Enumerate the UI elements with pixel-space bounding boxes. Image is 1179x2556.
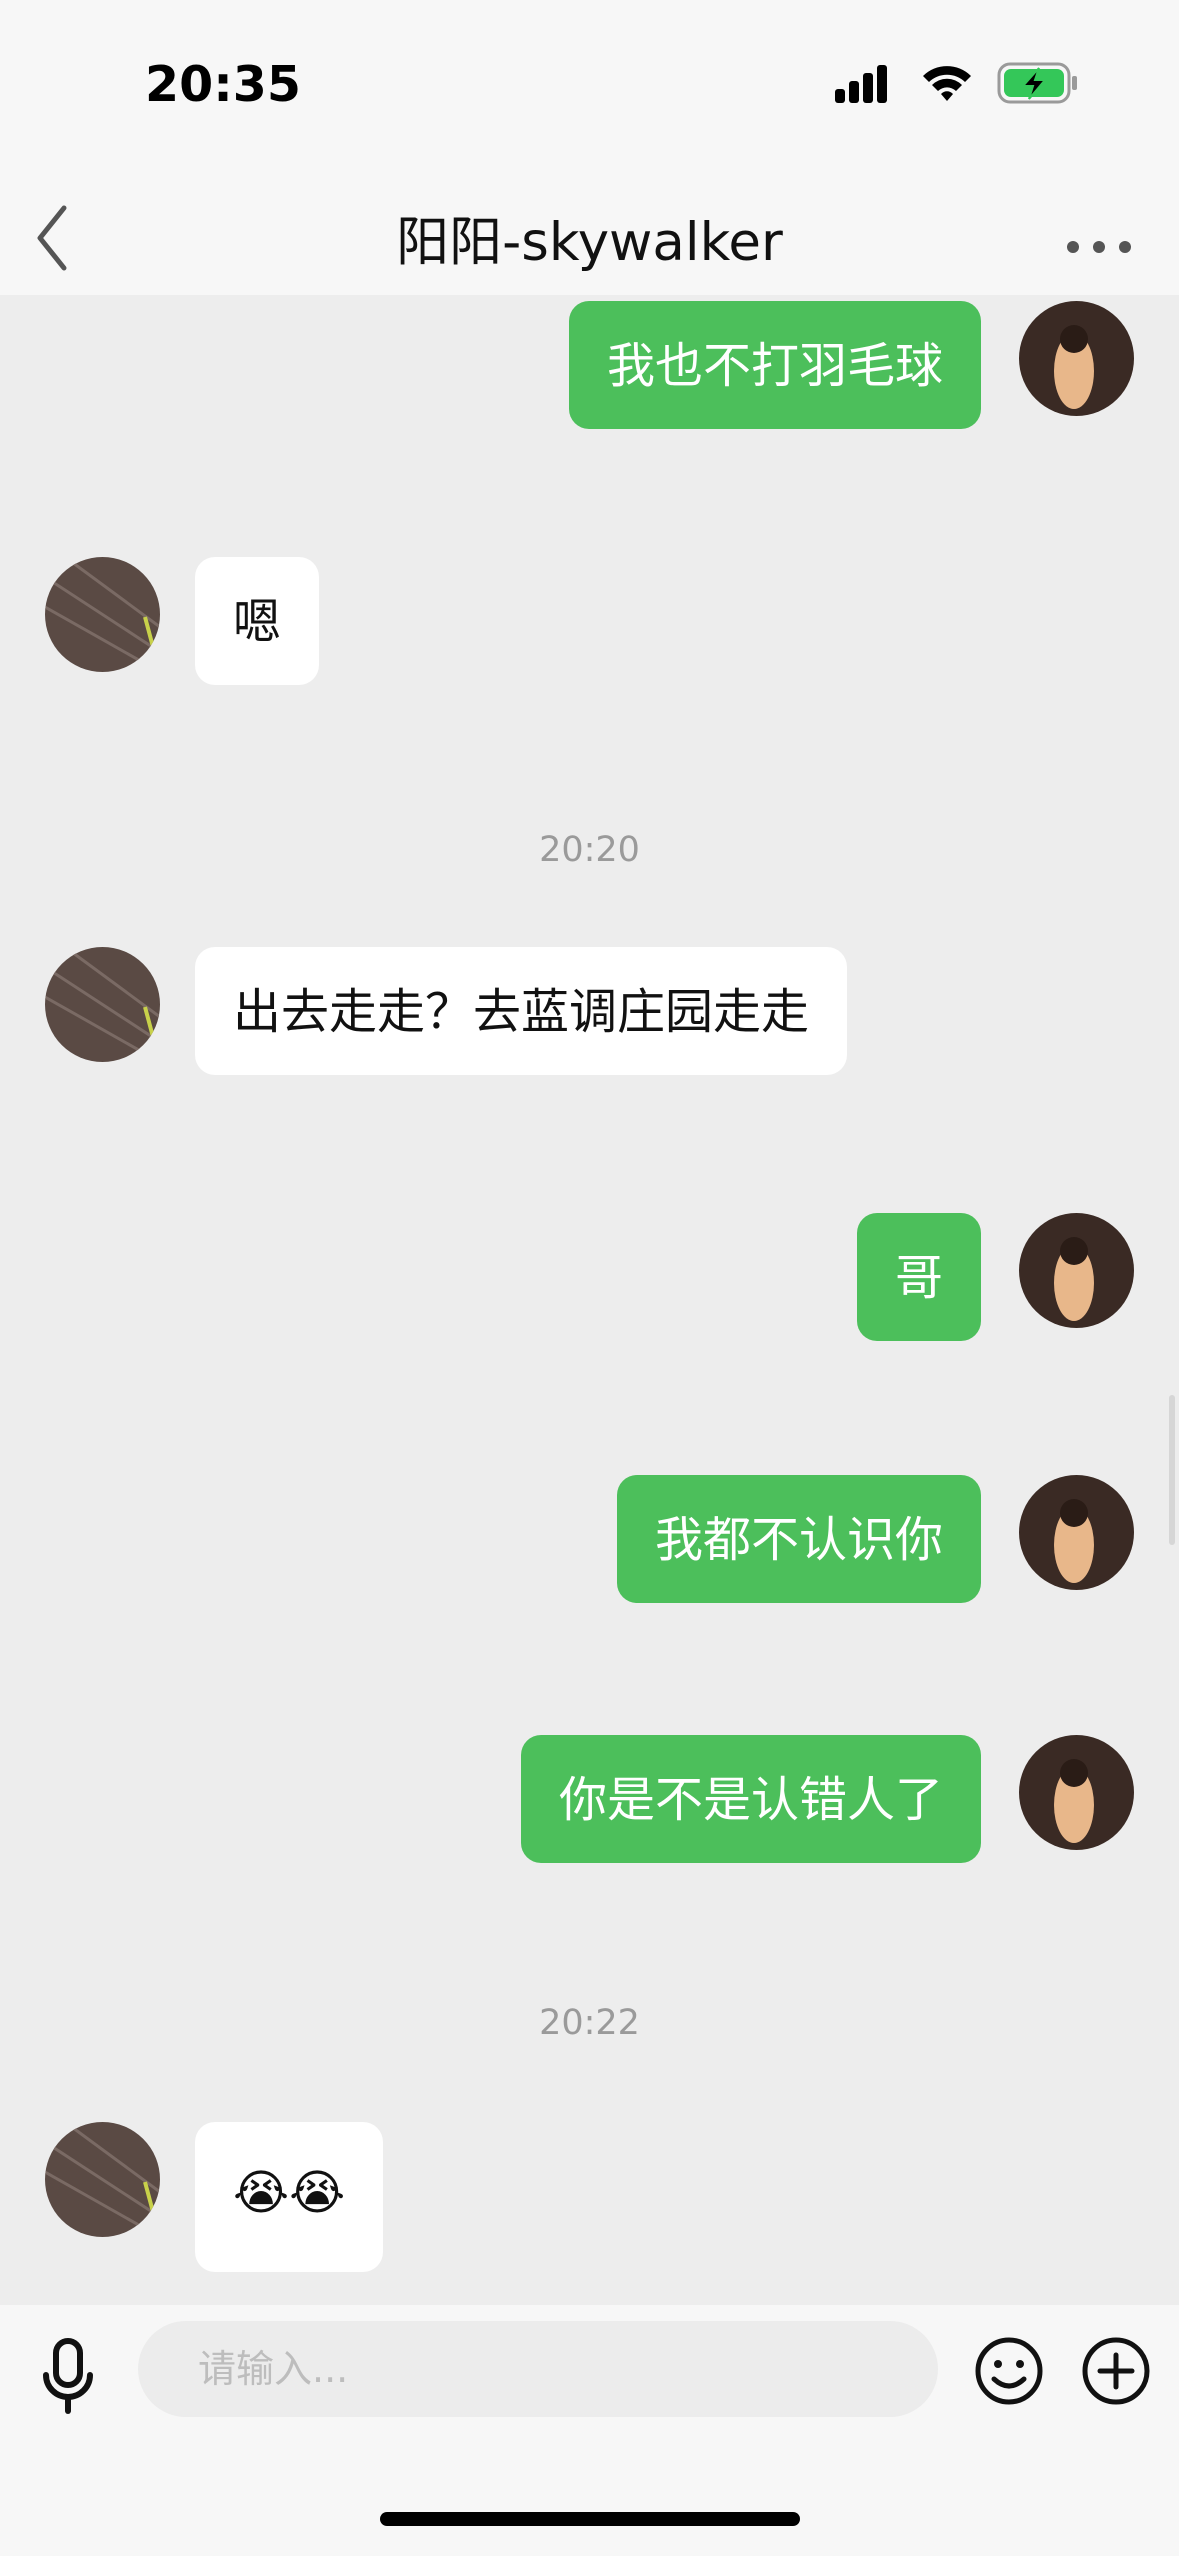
timestamp: 20:22 (539, 2003, 640, 2043)
message-bubble-sent[interactable]: 你是不是认错人了 (520, 1735, 981, 1863)
wifi-icon (923, 66, 971, 101)
my-avatar[interactable] (1019, 1475, 1134, 1590)
message-bubble-received[interactable]: 😭😭 (195, 2122, 384, 2272)
signal-icon (835, 65, 887, 103)
status-icons (835, 62, 1079, 104)
contact-avatar[interactable] (45, 557, 160, 672)
timestamp: 20:20 (539, 830, 640, 870)
message-bubble-received[interactable]: 嗯 (195, 557, 320, 685)
home-indicator[interactable] (380, 2512, 800, 2526)
chat-title: 阳阳-skywalker (396, 212, 783, 273)
chat-area[interactable]: 我也不打羽毛球 嗯 20:20 出去走走？去蓝调庄园走走 哥 我都不认识你 你是… (0, 295, 1179, 2305)
my-avatar[interactable] (1019, 301, 1134, 416)
mic-icon[interactable] (38, 2337, 98, 2417)
my-avatar[interactable] (1019, 1213, 1134, 1328)
scroll-indicator[interactable] (1169, 1395, 1175, 1545)
more-icon[interactable] (1059, 200, 1139, 270)
plus-icon[interactable] (1080, 2335, 1152, 2407)
status-bar: 20:35 (0, 0, 1179, 180)
message-bubble-sent[interactable]: 我都不认识你 (616, 1475, 981, 1603)
input-bar (0, 2305, 1179, 2556)
emoji-icon[interactable] (973, 2335, 1045, 2407)
message-bubble-received[interactable]: 出去走走？去蓝调庄园走走 (195, 947, 848, 1075)
status-time: 20:35 (145, 56, 301, 113)
message-input[interactable] (138, 2321, 938, 2417)
battery-icon (997, 62, 1077, 104)
nav-bar: 阳阳-skywalker (0, 180, 1179, 295)
my-avatar[interactable] (1019, 1735, 1134, 1850)
contact-avatar[interactable] (45, 947, 160, 1062)
message-bubble-sent[interactable]: 我也不打羽毛球 (568, 301, 981, 429)
contact-avatar[interactable] (45, 2122, 160, 2237)
message-bubble-sent[interactable]: 哥 (856, 1213, 981, 1341)
